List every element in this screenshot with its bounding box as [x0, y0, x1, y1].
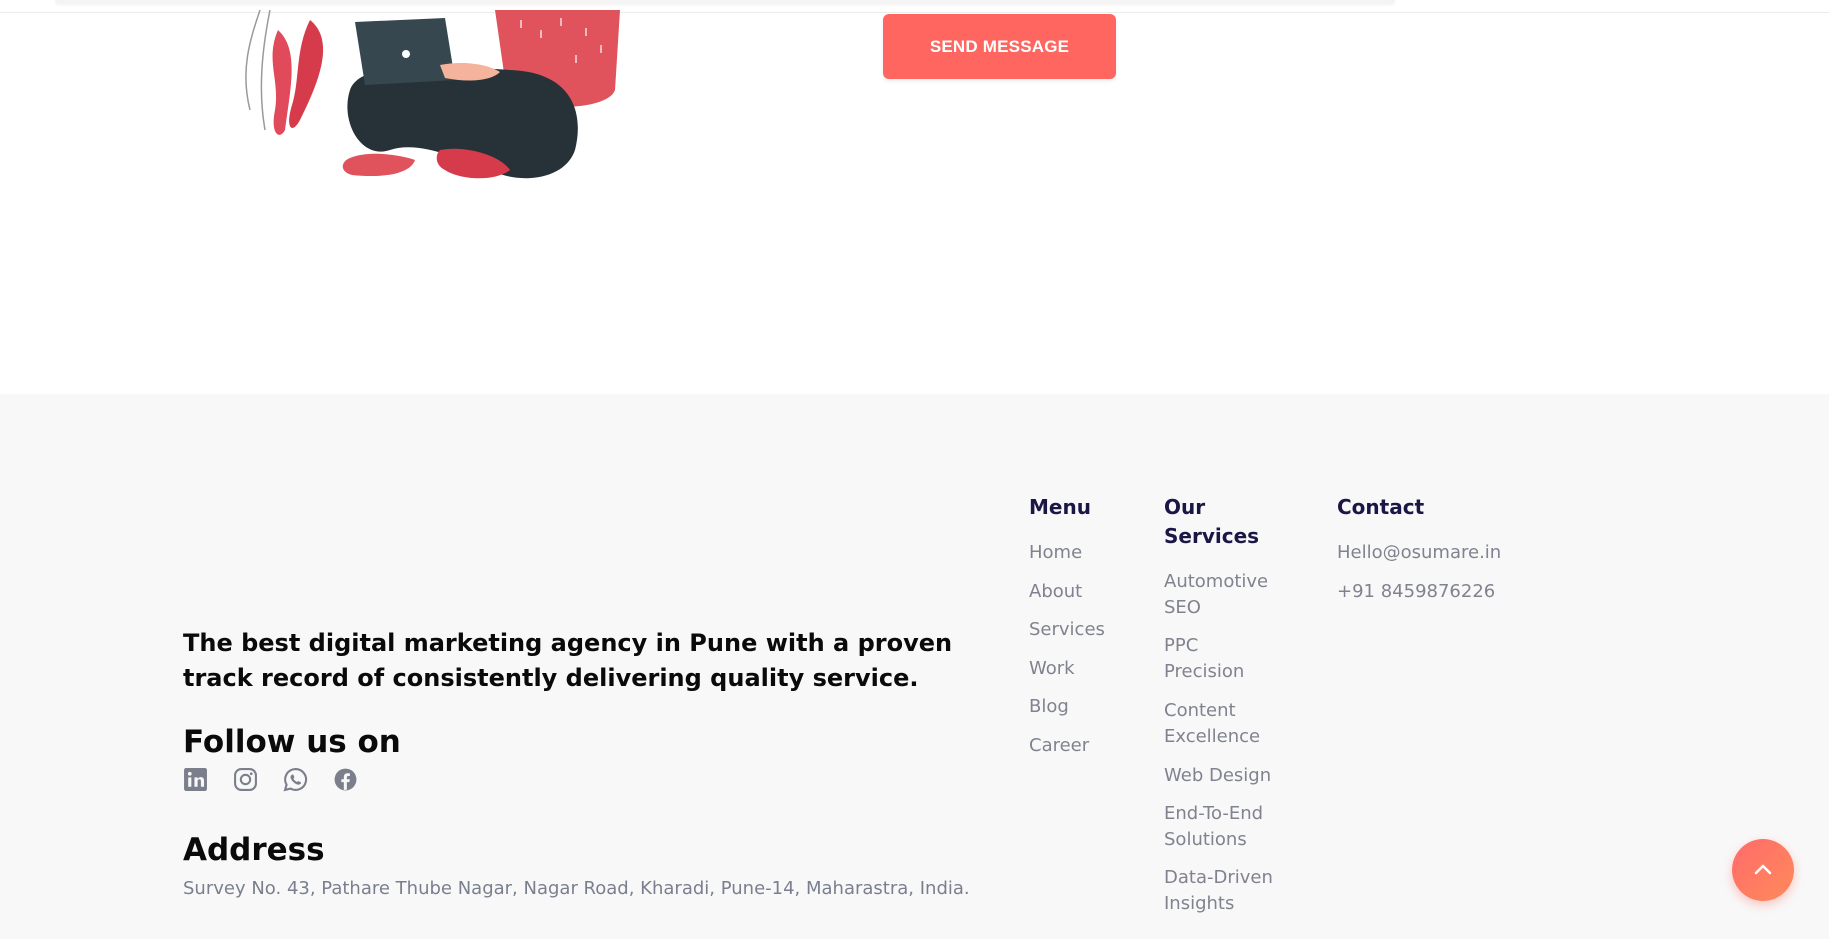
menu-link-services[interactable]: Services — [1029, 617, 1105, 643]
facebook-icon[interactable] — [333, 767, 358, 792]
contact-email-link[interactable]: Hello@osumare.in — [1337, 540, 1501, 566]
service-link-line1: Web Design — [1164, 765, 1272, 786]
service-link-line1: Data-Driven — [1164, 867, 1273, 888]
whatsapp-icon[interactable] — [283, 767, 308, 792]
service-link-line2: Insights — [1164, 893, 1235, 914]
menu-link-career[interactable]: Career — [1029, 733, 1089, 759]
service-link-line1: End-To-End — [1164, 803, 1264, 824]
instagram-icon[interactable] — [233, 767, 258, 792]
service-link-line2: SEO — [1164, 597, 1201, 618]
menu-link-work[interactable]: Work — [1029, 656, 1075, 682]
menu-link-about[interactable]: About — [1029, 579, 1082, 605]
chevron-up-icon — [1754, 864, 1772, 875]
contact-phone-link[interactable]: +91 8459876226 — [1337, 579, 1495, 605]
linkedin-icon[interactable] — [183, 767, 208, 792]
menu-link-blog[interactable]: Blog — [1029, 694, 1069, 720]
address-heading: Address — [183, 832, 325, 868]
search-bar-edge — [55, 0, 1395, 4]
service-link-line2: Precision — [1164, 661, 1245, 682]
service-link-data-driven-insights[interactable]: Data-Driven Insights — [1164, 865, 1273, 917]
services-heading: Our Services — [1164, 493, 1259, 551]
service-link-content-excellence[interactable]: Content Excellence — [1164, 698, 1260, 750]
send-message-button[interactable]: SEND MESSAGE — [883, 14, 1116, 79]
contact-heading: Contact — [1337, 495, 1425, 519]
menu-heading: Menu — [1029, 495, 1091, 519]
social-links — [183, 767, 358, 792]
service-link-web-design[interactable]: Web Design — [1164, 763, 1271, 789]
service-link-line1: Content — [1164, 700, 1236, 721]
service-link-line2: Solutions — [1164, 829, 1247, 850]
services-heading-line2: Services — [1164, 524, 1260, 548]
services-heading-line1: Our — [1164, 495, 1206, 519]
service-link-end-to-end-solutions[interactable]: End-To-End Solutions — [1164, 801, 1263, 853]
service-link-ppc-precision[interactable]: PPC Precision — [1164, 633, 1244, 685]
address-text: Survey No. 43, Pathare Thube Nagar, Naga… — [183, 878, 970, 899]
person-with-laptop-illustration — [245, 10, 620, 179]
service-link-automotive-seo[interactable]: Automotive SEO — [1164, 569, 1268, 621]
service-link-line1: PPC — [1164, 635, 1199, 656]
menu-link-home[interactable]: Home — [1029, 540, 1082, 566]
service-link-line2: Excellence — [1164, 726, 1261, 747]
service-link-line1: Automotive — [1164, 571, 1269, 592]
footer-tagline: The best digital marketing agency in Pun… — [183, 629, 953, 692]
back-to-top-button[interactable] — [1732, 839, 1794, 901]
follow-us-heading: Follow us on — [183, 724, 401, 760]
